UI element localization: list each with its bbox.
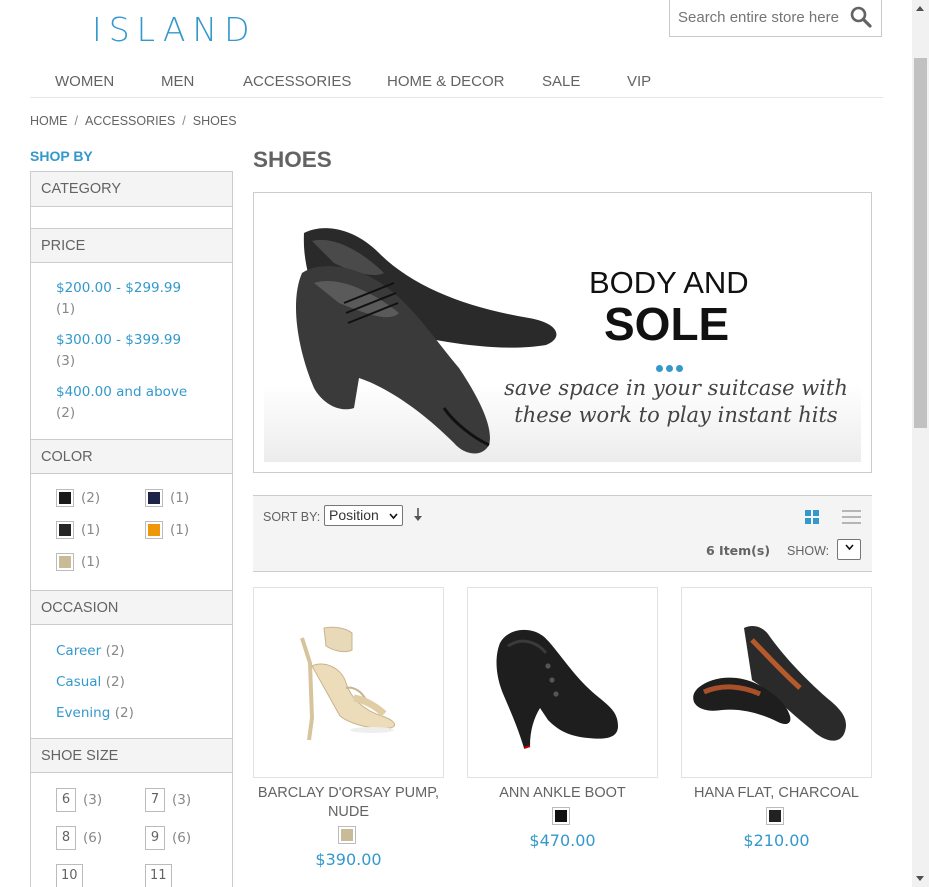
color-swatch-black[interactable] [56,489,74,507]
nav-item-accessories[interactable]: ACCESSORIES [243,73,351,90]
color-count: (1) [81,522,101,538]
chevron-down-icon [389,513,398,520]
ballet-flat-image [693,626,847,741]
color-swatch-charcoal[interactable] [56,521,74,539]
nav-item-home-decor[interactable]: HOME & DECOR [387,73,505,90]
size-option-7[interactable]: 7 [145,788,165,812]
size-count: (3) [172,792,192,808]
size-option-10[interactable]: 10 [56,864,83,887]
breadcrumb-accessories[interactable]: ACCESSORIES [85,114,175,128]
color-swatch-nude[interactable] [56,553,74,571]
store-logo[interactable]: ISLAND [92,10,257,49]
filter-color-header[interactable]: COLOR [31,439,232,474]
item-count: 6 Item(s) [706,543,771,558]
chevron-down-icon [844,544,854,551]
sandal-image [300,626,396,741]
page-title: SHOES [253,147,332,172]
product-image[interactable] [253,587,444,778]
category-banner[interactable]: BODY AND SOLE save space in your suitcas… [253,192,872,473]
product-name[interactable]: BARCLAY D'ORSAY PUMP, NUDE [247,784,450,822]
price-range-400-above[interactable]: $400.00 and above [56,384,187,400]
price-range-300-399[interactable]: $300.00 - $399.99 [56,332,181,348]
sort-by-select[interactable]: Position [324,505,403,526]
product-image[interactable] [681,587,872,778]
product-toolbar: SORT BY: Position 6 Item(s) SHOW: [253,495,872,572]
color-count: (2) [81,490,101,506]
breadcrumb-current: SHOES [192,114,237,128]
product-name[interactable]: HANA FLAT, CHARCOAL [675,784,878,803]
filter-price-header[interactable]: PRICE [31,228,232,263]
search-input[interactable] [678,7,840,27]
product-color-swatch[interactable] [338,826,356,844]
size-count: (3) [83,792,103,808]
occasion-casual[interactable]: Casual (2) [56,673,125,691]
size-option-9[interactable]: 9 [145,826,165,850]
sort-direction-icon[interactable] [413,507,423,523]
shop-by-title: SHOP BY [30,148,93,164]
show-label: SHOW: [787,544,830,558]
sort-by-value: Position [329,507,379,523]
size-count: (6) [172,830,192,846]
search-icon[interactable] [849,5,873,29]
search-box [669,0,882,37]
product-name[interactable]: ANN ANKLE BOOT [461,784,664,803]
filter-category-header[interactable]: CATEGORY [31,172,232,207]
breadcrumb-home[interactable]: HOME [30,114,68,128]
product-price: $470.00 [529,831,596,850]
color-count: (1) [170,490,190,506]
banner-tagline: save space in your suitcase with these w… [504,376,848,427]
occasion-career[interactable]: Career (2) [56,642,125,660]
occasion-career-link[interactable]: Career [56,643,101,659]
product-price: $390.00 [315,850,382,869]
nav-item-sale[interactable]: SALE [542,73,580,90]
price-range-count: (1) [56,301,76,317]
main-nav: WOMEN MEN ACCESSORIES HOME & DECOR SALE … [30,64,883,98]
list-view-icon[interactable] [842,509,861,525]
sort-by-label: SORT BY: [263,510,321,524]
breadcrumb-separator: / [74,114,78,128]
color-swatch-navy[interactable] [145,489,163,507]
vertical-scrollbar[interactable] [912,0,929,887]
color-count: (1) [170,522,190,538]
occasion-evening-link[interactable]: Evening [56,705,110,721]
ankle-boot-image [496,629,618,749]
scroll-thumb[interactable] [914,58,927,428]
size-option-6[interactable]: 6 [56,788,76,812]
product-color-swatch[interactable] [552,807,570,825]
occasion-count: (2) [105,674,125,690]
filter-shoe-size-header[interactable]: SHOE SIZE [31,738,232,773]
size-count: (6) [83,830,103,846]
occasion-casual-link[interactable]: Casual [56,674,101,690]
breadcrumb-separator: / [182,114,186,128]
scroll-down-arrow-icon[interactable] [916,876,924,881]
banner-image: BODY AND SOLE save space in your suitcas… [264,203,861,462]
color-count: (1) [81,554,101,570]
filter-occasion-header[interactable]: OCCASION [31,590,232,625]
product-price: $210.00 [743,831,810,850]
banner-subheading: SOLE [604,298,730,350]
color-swatch-orange[interactable] [145,521,163,539]
occasion-evening[interactable]: Evening (2) [56,704,134,722]
scroll-up-arrow-icon[interactable] [916,6,924,11]
occasion-count: (2) [105,643,125,659]
price-range-200-299[interactable]: $200.00 - $299.99 [56,280,181,296]
banner-heading: BODY AND [589,265,749,300]
price-range-count: (2) [56,405,76,421]
occasion-count: (2) [114,705,134,721]
grid-view-icon[interactable] [804,509,820,525]
size-option-11[interactable]: 11 [145,864,172,887]
product-image[interactable] [467,587,658,778]
product-color-swatch[interactable] [766,807,784,825]
breadcrumb: HOME / ACCESSORIES / SHOES [30,114,237,128]
nav-item-men[interactable]: MEN [161,73,194,90]
size-option-8[interactable]: 8 [56,826,76,850]
nav-item-women[interactable]: WOMEN [55,73,114,90]
nav-item-vip[interactable]: VIP [627,73,651,90]
layered-navigation: CATEGORY PRICE $200.00 - $299.99 (1) $30… [30,171,233,887]
limit-select[interactable] [837,539,861,560]
price-range-count: (3) [56,353,76,369]
